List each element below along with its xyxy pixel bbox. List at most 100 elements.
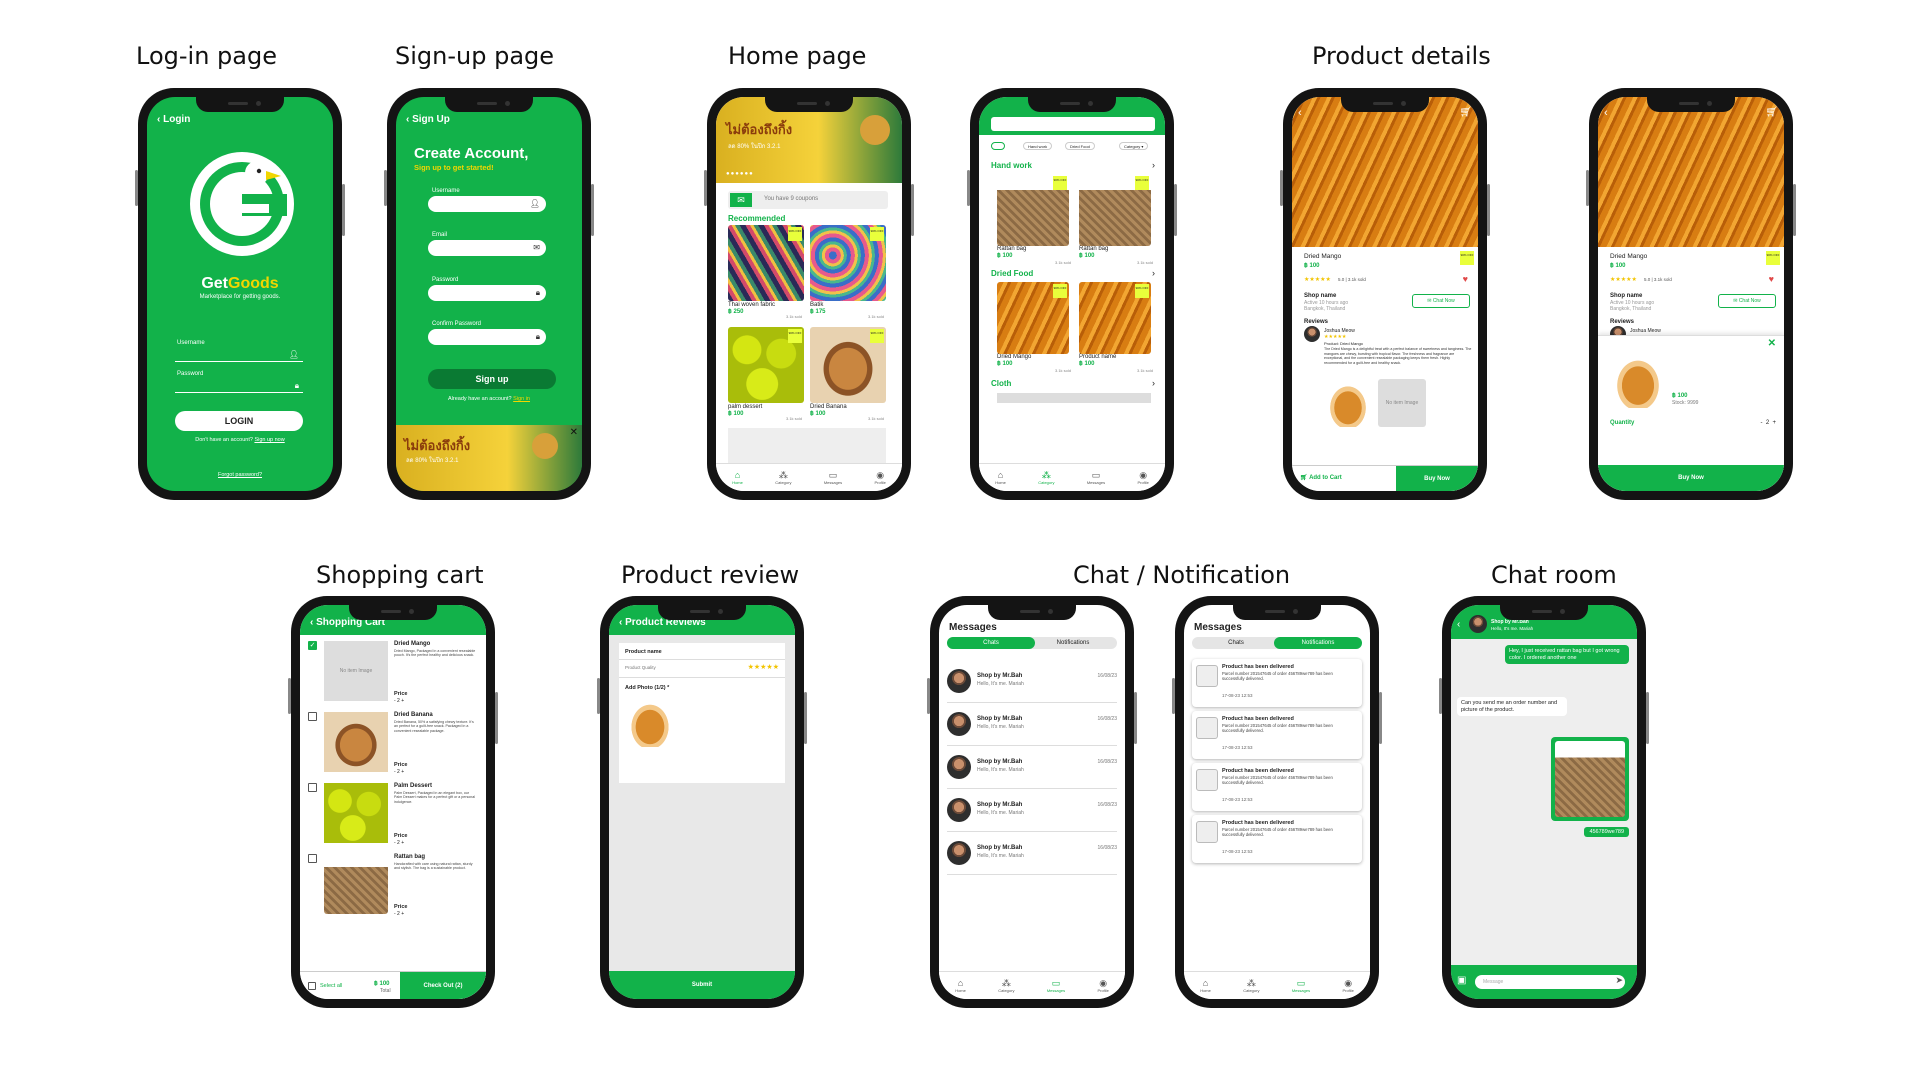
- nav-category[interactable]: ⁂ Category: [998, 978, 1014, 993]
- chevron-right-icon[interactable]: ›: [1152, 378, 1155, 388]
- password-input[interactable]: 🔒︎: [428, 285, 546, 301]
- back-icon[interactable]: ‹: [1457, 619, 1460, 630]
- submit-button[interactable]: Submit: [609, 971, 795, 999]
- chat-row[interactable]: Shop by Mr.Bah Hello, It's me. Mariah 16/0…: [947, 792, 1117, 832]
- search-input[interactable]: [991, 117, 1155, 131]
- select-all-label[interactable]: Select all: [320, 983, 342, 989]
- chip-all[interactable]: All: [991, 142, 1006, 150]
- item-checkbox[interactable]: [308, 854, 317, 863]
- nav-category[interactable]: ⁂ Category: [1243, 978, 1259, 993]
- notifications-screen: Messages Chats Notifications Product has…: [1184, 605, 1370, 999]
- nav-category[interactable]: ⁂ Category: [775, 470, 791, 485]
- nav-messages[interactable]: ▭ Messages: [1047, 978, 1065, 993]
- send-icon[interactable]: ➤: [1615, 975, 1623, 986]
- item-checkbox[interactable]: [308, 712, 317, 721]
- buy-now-button[interactable]: Buy Now: [1598, 465, 1784, 491]
- chat-row[interactable]: Shop by Mr.Bah Hello, It's me. Mariah 16/0…: [947, 663, 1117, 703]
- review-photo[interactable]: [1324, 379, 1372, 427]
- signin-link[interactable]: Sign in: [513, 396, 530, 402]
- nav-home[interactable]: ⌂ Home: [1200, 978, 1211, 993]
- notification-card[interactable]: Product has been delivered Parcel number …: [1192, 815, 1362, 863]
- coupon-bar[interactable]: ✉ You have 9 coupons: [728, 191, 888, 209]
- uploaded-photo[interactable]: [625, 697, 675, 747]
- nav-profile[interactable]: ◉ Profile: [874, 470, 885, 485]
- nav-messages[interactable]: ▭ Messages: [824, 470, 842, 485]
- chevron-right-icon[interactable]: ›: [1152, 268, 1155, 278]
- product-card[interactable]: 90% OFF Rattan bag ฿ 100 3.1k sold: [997, 174, 1073, 265]
- chat-row[interactable]: Shop by Mr.Bah Hello, It's me. Mariah 16/0…: [947, 835, 1117, 875]
- promo-banner[interactable]: ไม่ต้องถึงกิ้ง ลด 80% ในปีก 3.2.1 ✕: [396, 425, 582, 491]
- heart-icon[interactable]: ♥: [1769, 274, 1774, 284]
- tab-notifications[interactable]: Notifications: [1274, 637, 1362, 649]
- phone-review: ‹ Product Reviews Product name Product Q…: [597, 596, 807, 1008]
- product-card[interactable]: 90% OFF Dried Banana ฿ 100 3.1k sold: [810, 327, 886, 421]
- sent-image-message[interactable]: [1551, 737, 1629, 821]
- username-input[interactable]: 👤︎: [428, 196, 546, 212]
- quantity-stepper[interactable]: - 2 +: [394, 911, 404, 917]
- chip-driedfood[interactable]: Dried Food: [1065, 142, 1095, 150]
- cart-icon[interactable]: 🛒︎: [1765, 107, 1778, 118]
- back-icon[interactable]: ‹: [1604, 107, 1608, 119]
- product-card[interactable]: 90% OFF Thai woven fabric ฿ 250 3.1k sol…: [728, 225, 804, 319]
- product-card[interactable]: 90% OFF Product name ฿ 100 3.1k sold: [1079, 282, 1155, 373]
- username-input[interactable]: 👤︎: [175, 348, 303, 362]
- quantity-stepper[interactable]: - 2 +: [1760, 420, 1776, 426]
- heart-icon[interactable]: ♥: [1463, 274, 1468, 284]
- quantity-stepper[interactable]: - 2 +: [394, 840, 404, 846]
- tab-chats[interactable]: Chats: [1192, 637, 1280, 649]
- quantity-stepper[interactable]: - 2 +: [394, 698, 404, 704]
- notification-card[interactable]: Product has been delivered Parcel number …: [1192, 711, 1362, 759]
- tab-chats[interactable]: Chats: [947, 637, 1035, 649]
- email-input[interactable]: ✉: [428, 240, 546, 256]
- signup-link[interactable]: Sign up now: [254, 437, 284, 443]
- avatar: [947, 712, 971, 736]
- nav-messages[interactable]: ▭ Messages: [1087, 470, 1105, 485]
- nav-profile[interactable]: ◉ Profile: [1137, 470, 1148, 485]
- product-card[interactable]: 90% OFF Batik ฿ 175 3.1k sold: [810, 225, 886, 319]
- back-button[interactable]: ‹ Sign Up: [406, 114, 450, 125]
- item-checkbox[interactable]: [308, 783, 317, 792]
- category-dropdown[interactable]: Category ▾: [1119, 142, 1149, 150]
- product-card[interactable]: 90% OFF Dried Mango ฿ 100 3.1k sold: [997, 282, 1073, 373]
- back-icon[interactable]: ‹: [619, 617, 622, 628]
- nav-category[interactable]: ⁂ Category: [1038, 470, 1054, 485]
- chat-now-button[interactable]: ✉ Chat Now: [1718, 294, 1776, 308]
- add-to-cart-button[interactable]: 🛒︎ Add to Cart: [1300, 474, 1342, 481]
- notification-card[interactable]: Product has been delivered Parcel number …: [1192, 763, 1362, 811]
- login-button[interactable]: LOGIN: [175, 411, 303, 431]
- chat-icon: ▭: [1051, 978, 1061, 988]
- back-button[interactable]: ‹ Login: [157, 114, 190, 125]
- password-input[interactable]: 🔒︎: [175, 379, 303, 393]
- nav-messages[interactable]: ▭ Messages: [1292, 978, 1310, 993]
- back-icon[interactable]: ‹: [1298, 107, 1302, 119]
- nav-home[interactable]: ⌂ Home: [955, 978, 966, 993]
- cart-icon[interactable]: 🛒︎: [1459, 107, 1472, 118]
- image-icon[interactable]: ▣: [1457, 975, 1466, 986]
- quality-stars[interactable]: ★★★★★: [748, 663, 779, 671]
- buy-now-button[interactable]: Buy Now: [1396, 466, 1478, 491]
- item-checkbox[interactable]: ✓: [308, 641, 317, 650]
- close-icon[interactable]: ✕: [570, 427, 578, 438]
- nav-profile[interactable]: ◉ Profile: [1342, 978, 1353, 993]
- chevron-right-icon[interactable]: ›: [1152, 160, 1155, 170]
- signup-button[interactable]: Sign up: [428, 369, 556, 389]
- nav-profile[interactable]: ◉ Profile: [1097, 978, 1108, 993]
- confirm-input[interactable]: 🔒︎: [428, 329, 546, 345]
- nav-home[interactable]: ⌂ Home: [732, 470, 743, 485]
- nav-home[interactable]: ⌂ Home: [995, 470, 1006, 485]
- product-card[interactable]: 90% OFF Rattan bag ฿ 100 3.1k sold: [1079, 174, 1155, 265]
- chat-row[interactable]: Shop by Mr.Bah Hello, It's me. Mariah 16/0…: [947, 706, 1117, 746]
- close-icon[interactable]: ✕: [1768, 338, 1776, 349]
- tab-notifications[interactable]: Notifications: [1029, 637, 1117, 649]
- forgot-password-link[interactable]: Forgot password?: [147, 472, 333, 478]
- chat-now-button[interactable]: ✉ Chat Now: [1412, 294, 1470, 308]
- chat-row[interactable]: Shop by Mr.Bah Hello, It's me. Mariah 16/0…: [947, 749, 1117, 789]
- quantity-stepper[interactable]: - 2 +: [394, 769, 404, 775]
- product-card[interactable]: 90% OFF palm dessert ฿ 100 3.1k sold: [728, 327, 804, 421]
- notification-card[interactable]: Product has been delivered Parcel number …: [1192, 659, 1362, 707]
- back-icon[interactable]: ‹: [310, 617, 313, 628]
- checkout-button[interactable]: Check Out (2): [400, 972, 486, 999]
- select-all-checkbox[interactable]: [308, 982, 316, 990]
- chip-handwork[interactable]: Hand work: [1023, 142, 1053, 150]
- message-input[interactable]: Message: [1475, 975, 1625, 989]
